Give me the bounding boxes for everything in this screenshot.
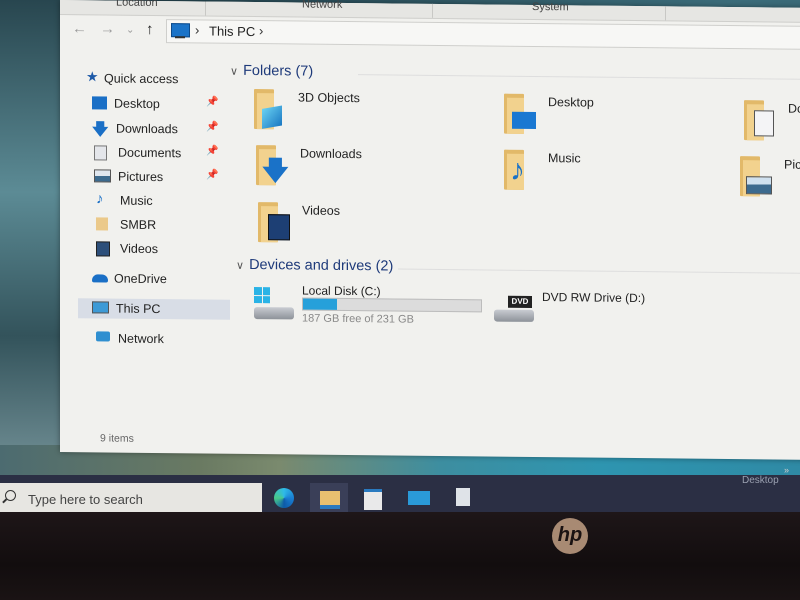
ribbon-group-network[interactable]: Network: [302, 0, 342, 11]
hard-drive-icon: [254, 307, 294, 320]
taskbar: Type here to search » Desktop: [0, 465, 800, 515]
ribbon-group-location[interactable]: Location: [116, 0, 158, 9]
sidebar-item-desktop[interactable]: Desktop 📌: [78, 93, 230, 115]
file-explorer-icon: [320, 491, 340, 509]
desktop-icon: [92, 96, 107, 110]
address-bar[interactable]: › This PC ›: [166, 19, 800, 51]
sidebar-item-downloads[interactable]: 🡇 Downloads 📌: [78, 118, 230, 140]
folder-downloads[interactable]: 🡇 Downloads: [256, 145, 496, 196]
folders-group-header[interactable]: ∨ Folders (7): [230, 63, 313, 80]
chevron-down-icon: ∨: [230, 65, 239, 78]
chevron-double-right-icon[interactable]: »: [784, 465, 789, 475]
sidebar-item-smbr[interactable]: SMBR: [78, 214, 230, 236]
chevron-right-icon[interactable]: ›: [259, 23, 263, 38]
onedrive-cloud-icon: [92, 274, 108, 283]
taskbar-edge[interactable]: [266, 483, 304, 513]
sidebar-item-this-pc[interactable]: This PC: [78, 298, 230, 320]
drive-local-disk-c[interactable]: Local Disk (C:) 187 GB free of 231 GB: [254, 283, 504, 336]
up-button[interactable]: ↑: [146, 21, 154, 38]
folder-documents[interactable]: Documents: [744, 100, 800, 151]
desktop-icon: [512, 111, 536, 129]
this-pc-icon: [92, 301, 109, 314]
disk-usage-bar: [302, 297, 482, 313]
sidebar-item-videos[interactable]: Videos: [78, 238, 230, 260]
photos-icon: [456, 488, 470, 506]
3d-objects-icon: [262, 105, 282, 129]
recent-locations-button[interactable]: ⌄: [126, 25, 134, 36]
pin-icon[interactable]: 📌: [206, 170, 218, 181]
taskbar-search-box[interactable]: Type here to search: [0, 483, 262, 513]
taskbar-mail[interactable]: [400, 483, 438, 513]
star-icon: ★: [86, 68, 99, 85]
sidebar-item-music[interactable]: ♪ Music: [78, 190, 230, 212]
chevron-right-icon[interactable]: ›: [195, 22, 199, 37]
file-explorer-window: Location Network System ← → ⌄ ↑ › This P…: [60, 0, 800, 460]
sidebar-item-pictures[interactable]: Pictures 📌: [78, 166, 230, 188]
music-icon: ♪: [510, 153, 525, 187]
sidebar-item-onedrive[interactable]: OneDrive: [78, 268, 230, 290]
folder-pictures[interactable]: Pictures: [740, 156, 800, 207]
sidebar-item-quick-access[interactable]: ★ Quick access: [78, 68, 230, 90]
taskbar-photos[interactable]: [444, 483, 482, 513]
forward-button[interactable]: →: [100, 20, 115, 37]
ribbon-group-system[interactable]: System: [532, 1, 569, 13]
sidebar-item-documents[interactable]: Documents 📌: [78, 142, 230, 164]
drive-dvd-rw-d[interactable]: DVD DVD RW Drive (D:): [494, 290, 744, 343]
desktop-toolbar-label[interactable]: Desktop: [742, 475, 779, 486]
music-icon: ♪: [96, 190, 104, 208]
folder-desktop[interactable]: Desktop: [504, 93, 744, 145]
laptop-bezel: [0, 512, 800, 600]
edge-icon: [274, 488, 294, 508]
content-pane: ∨ Folders (7) 3D Objects Desktop Document…: [228, 57, 800, 443]
back-button[interactable]: ←: [72, 20, 87, 37]
sidebar-item-network[interactable]: Network: [78, 328, 230, 350]
taskbar-file-explorer[interactable]: [310, 483, 348, 513]
breadcrumb-this-pc[interactable]: This PC: [209, 24, 255, 39]
videos-icon: [96, 241, 110, 257]
navigation-pane: ★ Quick access Desktop 📌 🡇 Downloads 📌 D…: [78, 60, 230, 442]
download-icon: 🡇: [262, 155, 289, 186]
status-item-count: 9 items: [100, 432, 134, 445]
network-icon: [96, 331, 110, 342]
pin-icon[interactable]: 📌: [206, 146, 218, 157]
folder-videos[interactable]: Videos: [258, 202, 498, 253]
videos-icon: [268, 214, 290, 241]
devices-group-header[interactable]: ∨ Devices and drives (2): [236, 257, 393, 275]
this-pc-icon: [171, 23, 190, 38]
mail-icon: [408, 491, 430, 505]
chevron-down-icon: ∨: [236, 259, 245, 272]
store-icon: [364, 489, 382, 510]
taskbar-store[interactable]: [354, 483, 392, 513]
pictures-icon: [746, 176, 772, 195]
folder-icon: [96, 217, 108, 231]
pin-icon[interactable]: 📌: [206, 97, 218, 108]
dvd-badge-icon: DVD: [508, 295, 532, 308]
pictures-icon: [94, 169, 111, 183]
folder-3d-objects[interactable]: 3D Objects: [254, 89, 494, 140]
disk-usage-fill: [303, 298, 337, 310]
folder-music[interactable]: ♪ Music: [504, 149, 744, 201]
download-icon: 🡇: [92, 121, 109, 139]
pin-icon[interactable]: 📌: [206, 122, 218, 133]
documents-icon: [754, 110, 774, 137]
hp-logo: hp: [552, 518, 588, 554]
windows-logo-icon: [254, 287, 270, 304]
documents-icon: [94, 145, 107, 161]
optical-drive-icon: [494, 309, 534, 322]
